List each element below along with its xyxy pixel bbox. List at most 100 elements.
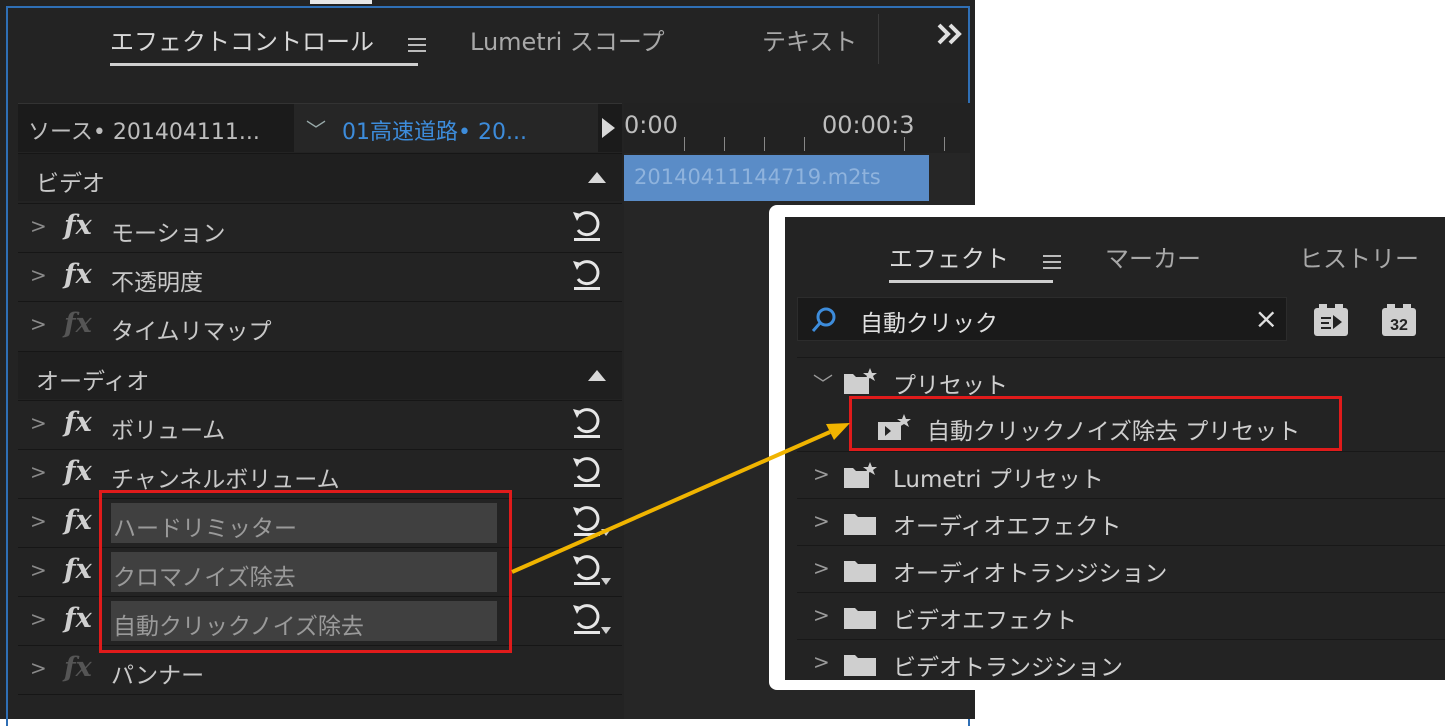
chevron-right-icon[interactable]: > bbox=[30, 460, 47, 484]
folder-icon bbox=[844, 514, 876, 535]
active-tab-underline bbox=[110, 63, 418, 66]
chevron-right-icon[interactable]: > bbox=[813, 556, 830, 580]
reset-icon[interactable] bbox=[570, 257, 604, 293]
dropdown-arrow-icon[interactable] bbox=[601, 529, 611, 536]
chevron-right-icon[interactable]: > bbox=[813, 603, 830, 627]
fx-icon[interactable]: fx bbox=[64, 456, 92, 487]
section-audio[interactable]: オーディオ bbox=[18, 351, 622, 399]
folder-icon bbox=[844, 608, 876, 629]
panel-menu-icon[interactable] bbox=[407, 38, 426, 52]
preset-folder-icon bbox=[844, 462, 877, 488]
chevron-right-icon[interactable]: > bbox=[30, 312, 47, 336]
clip-selector[interactable]: ﹀ 01高速道路• 20... bbox=[294, 104, 598, 152]
tree-folder-audio-transitions[interactable]: > オーディオトランジション bbox=[797, 545, 1445, 592]
tree-folder-video-transitions[interactable]: > ビデオトランジション bbox=[797, 639, 1445, 680]
chevron-down-icon: ﹀ bbox=[306, 118, 326, 142]
ruler-tick bbox=[684, 137, 685, 151]
chevron-right-icon[interactable]: > bbox=[30, 214, 47, 238]
chevron-right-icon[interactable]: > bbox=[813, 462, 830, 486]
tab-text[interactable]: テキスト bbox=[762, 22, 857, 57]
tab-effect-controls[interactable]: エフェクトコントロール bbox=[110, 22, 426, 57]
reset-icon[interactable] bbox=[570, 208, 604, 244]
tree-label: オーディオエフェクト bbox=[893, 514, 1122, 540]
reset-icon[interactable] bbox=[570, 405, 604, 441]
folder-icon bbox=[844, 655, 876, 676]
section-video[interactable]: ビデオ bbox=[18, 153, 622, 201]
fx-icon[interactable]: fx bbox=[64, 259, 92, 290]
effect-label: パンナー bbox=[111, 663, 205, 689]
fx-icon-disabled: fx bbox=[64, 652, 92, 683]
ruler-tick bbox=[764, 137, 765, 151]
timecode-end: 00:00:3 bbox=[822, 111, 915, 139]
folder-icon bbox=[844, 561, 876, 582]
fx-icon[interactable]: fx bbox=[64, 603, 92, 634]
timecode-start: 0:00 bbox=[624, 111, 678, 139]
tab-lumetri-scopes[interactable]: Lumetri スコープ bbox=[470, 22, 664, 57]
effects-search[interactable]: 自動クリック × bbox=[797, 297, 1287, 341]
search-icon bbox=[811, 307, 836, 332]
tab-label: エフェクト bbox=[889, 245, 1009, 273]
ruler-tick bbox=[944, 137, 945, 151]
panel-top-notch bbox=[310, 0, 372, 4]
double-chevron-right-icon[interactable] bbox=[936, 22, 964, 50]
dropdown-arrow-icon[interactable] bbox=[601, 627, 611, 634]
tree-label: Lumetri プリセット bbox=[893, 467, 1104, 493]
effect-row-time-remap[interactable]: > fx タイムリマップ bbox=[18, 301, 622, 349]
effect-row-motion[interactable]: > fx モーション bbox=[18, 203, 622, 251]
effect-label: タイムリマップ bbox=[111, 319, 272, 345]
reset-icon[interactable] bbox=[570, 601, 604, 637]
tree-folder-audio-effects[interactable]: > オーディオエフェクト bbox=[797, 498, 1445, 545]
effect-label: 不透明度 bbox=[111, 270, 203, 296]
chevron-right-icon[interactable]: > bbox=[813, 650, 830, 674]
clip-bar[interactable]: 20140411144719.m2ts bbox=[624, 155, 929, 201]
dropdown-arrow-icon[interactable] bbox=[601, 578, 611, 585]
collapse-up-icon[interactable] bbox=[588, 172, 606, 183]
32bit-effects-icon[interactable]: 32 bbox=[1381, 303, 1417, 337]
tab-effects[interactable]: エフェクト bbox=[889, 239, 1061, 274]
tree-label: ビデオトランジション bbox=[893, 655, 1123, 680]
highlight-box-added-effects bbox=[99, 490, 512, 653]
search-input[interactable]: 自動クリック bbox=[860, 304, 998, 338]
clip-selector-value: 01高速道路• 20... bbox=[342, 120, 527, 145]
chevron-right-icon[interactable]: > bbox=[30, 411, 47, 435]
chevron-right-icon[interactable]: > bbox=[813, 509, 830, 533]
accelerated-effects-icon[interactable] bbox=[1313, 303, 1349, 337]
tree-label: プリセット bbox=[893, 373, 1008, 399]
effect-row-volume[interactable]: > fx ボリューム bbox=[18, 400, 622, 448]
collapse-up-icon[interactable] bbox=[588, 370, 606, 381]
fx-icon[interactable]: fx bbox=[64, 505, 92, 536]
ruler-tick bbox=[724, 137, 725, 151]
reset-icon[interactable] bbox=[570, 552, 604, 588]
tab-label: エフェクトコントロール bbox=[110, 28, 374, 56]
chevron-right-icon[interactable]: > bbox=[30, 656, 47, 680]
fx-icon-disabled: fx bbox=[64, 308, 92, 339]
play-icon[interactable] bbox=[602, 118, 615, 138]
effect-label: チャンネルボリューム bbox=[111, 467, 340, 493]
fx-icon[interactable]: fx bbox=[64, 210, 92, 241]
fx-icon[interactable]: fx bbox=[64, 407, 92, 438]
fx-icon[interactable]: fx bbox=[64, 554, 92, 585]
ruler-tick bbox=[804, 137, 805, 151]
reset-icon[interactable] bbox=[570, 454, 604, 490]
chevron-right-icon[interactable]: > bbox=[30, 263, 47, 287]
tab-history[interactable]: ヒストリー bbox=[1299, 239, 1419, 274]
reset-icon[interactable] bbox=[570, 503, 604, 539]
tree-folder-video-effects[interactable]: > ビデオエフェクト bbox=[797, 592, 1445, 639]
chevron-right-icon[interactable]: > bbox=[30, 558, 47, 582]
section-audio-label: オーディオ bbox=[36, 369, 150, 395]
tree-label: ビデオエフェクト bbox=[893, 608, 1077, 634]
tree-folder-lumetri-presets[interactable]: > Lumetri プリセット bbox=[797, 451, 1445, 498]
highlight-box-preset bbox=[849, 396, 1342, 451]
source-label: ソース• 201404111... bbox=[28, 120, 260, 145]
active-tab-underline bbox=[889, 280, 1053, 283]
clear-icon[interactable]: × bbox=[1255, 302, 1278, 335]
chevron-down-icon[interactable]: ﹀ bbox=[813, 368, 833, 397]
chevron-right-icon[interactable]: > bbox=[30, 509, 47, 533]
preset-folder-icon bbox=[844, 368, 877, 394]
effect-row-opacity[interactable]: > fx 不透明度 bbox=[18, 252, 622, 300]
tree-label: オーディオトランジション bbox=[893, 561, 1168, 587]
tab-markers[interactable]: マーカー bbox=[1105, 239, 1201, 274]
effect-label: モーション bbox=[111, 221, 226, 247]
panel-menu-icon[interactable] bbox=[1042, 255, 1061, 269]
chevron-right-icon[interactable]: > bbox=[30, 607, 47, 631]
